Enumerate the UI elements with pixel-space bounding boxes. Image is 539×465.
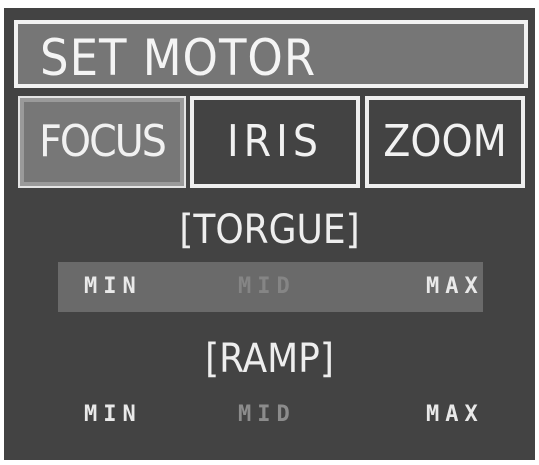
ramp-level-selector[interactable]: MIN MID MAX <box>58 390 483 440</box>
set-motor-screen: SET MOTOR FOCUS IRIS ZOOM [TORGUE] MIN M… <box>4 8 535 460</box>
ramp-min-option[interactable]: MIN <box>84 390 142 440</box>
ramp-max-option[interactable]: MAX <box>426 390 484 440</box>
tab-iris[interactable]: IRIS <box>190 96 360 188</box>
tab-zoom[interactable]: ZOOM <box>365 96 525 188</box>
ramp-heading: [RAMP] <box>205 336 334 382</box>
torque-min-option[interactable]: MIN <box>84 262 142 312</box>
torque-level-selector[interactable]: MIN MID MAX <box>58 262 483 312</box>
torque-mid-option[interactable]: MID <box>238 262 296 312</box>
title-bar: SET MOTOR <box>14 20 528 88</box>
torque-max-option[interactable]: MAX <box>426 262 484 312</box>
ramp-mid-option[interactable]: MID <box>238 390 296 440</box>
tab-focus[interactable]: FOCUS <box>18 96 186 188</box>
screen-title: SET MOTOR <box>40 29 317 87</box>
torque-heading: [TORGUE] <box>179 207 360 253</box>
